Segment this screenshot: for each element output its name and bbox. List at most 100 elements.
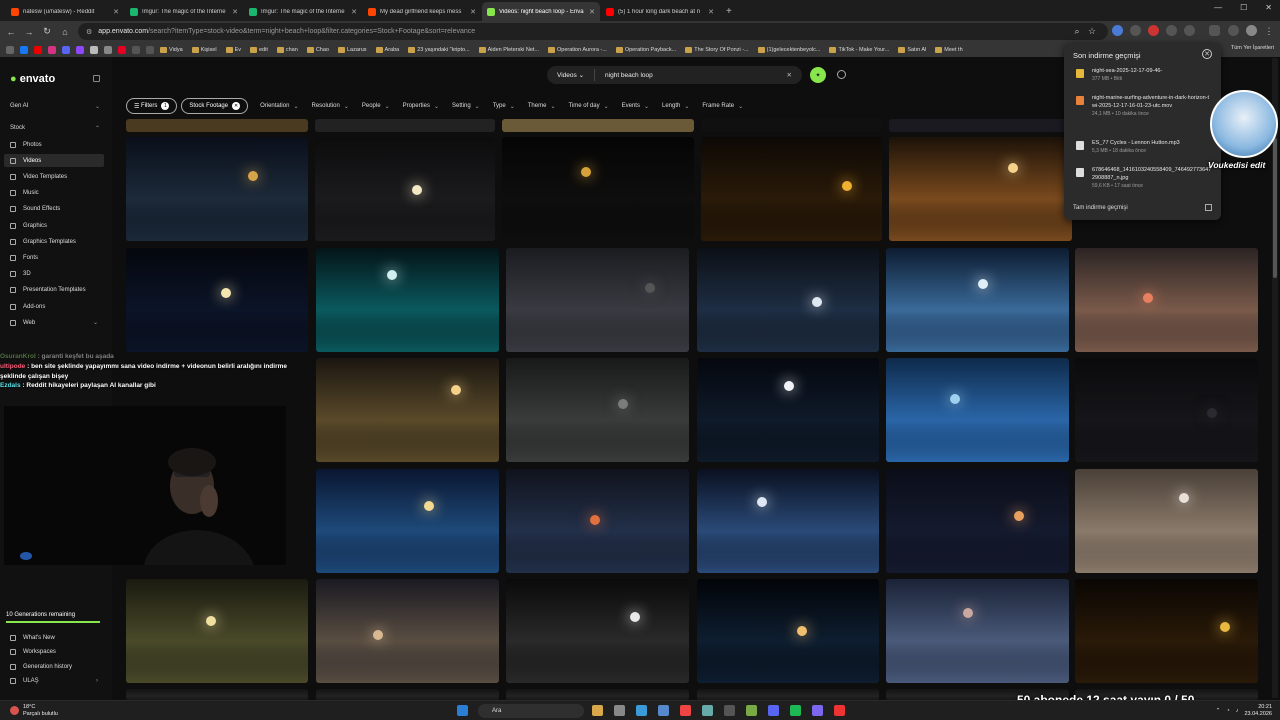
site-info-icon[interactable]: ⚙ — [86, 28, 92, 36]
video-thumbnail[interactable] — [315, 137, 495, 241]
new-tab-button[interactable]: + — [720, 6, 738, 17]
sidebar-item-music[interactable]: Music — [4, 187, 104, 200]
download-item[interactable]: night-sea-2025-12-17-09-46- 377 MB • Bitt… — [1072, 68, 1212, 83]
browser-tab[interactable]: natesw (u/natesw) - Reddit ✕ — [6, 2, 124, 21]
close-tab-icon[interactable]: ✕ — [589, 8, 595, 16]
video-thumbnail[interactable] — [889, 119, 1072, 132]
video-thumbnail[interactable] — [1075, 358, 1258, 462]
sidebar-item-graphics-templates[interactable]: Graphics Templates — [4, 235, 104, 248]
minimize-icon[interactable]: — — [1214, 3, 1222, 12]
browser-tab[interactable]: Imgur: The magic of the Interne ✕ — [125, 2, 243, 21]
browser-tab[interactable]: My dead girlfriend keeps mess ✕ — [363, 2, 481, 21]
maximize-icon[interactable]: ☐ — [1240, 3, 1247, 12]
filters-button[interactable]: ☰ Filters 1 — [126, 98, 178, 114]
filter-dropdown-people[interactable]: People — [357, 98, 395, 114]
video-thumbnail[interactable] — [701, 137, 882, 241]
close-tab-icon[interactable]: ✕ — [470, 8, 476, 16]
filter-dropdown-frame-rate[interactable]: Frame Rate — [697, 98, 748, 114]
filter-dropdown-setting[interactable]: Setting — [447, 98, 485, 114]
video-thumbnail[interactable] — [1075, 579, 1258, 683]
menu-icon[interactable]: ⋮ — [1260, 26, 1278, 37]
clock[interactable]: 20:21 23.04.2026 — [1244, 704, 1272, 718]
video-thumbnail[interactable] — [316, 358, 499, 462]
video-thumbnail[interactable] — [889, 137, 1072, 241]
bookmark-item[interactable]: Lazarus — [337, 46, 367, 53]
remove-chip-icon[interactable]: ✕ — [232, 102, 241, 110]
video-thumbnail[interactable] — [506, 469, 689, 573]
bookmark-item[interactable]: (1)gelecektenbeyolc... — [757, 46, 820, 53]
close-tab-icon[interactable]: ✕ — [232, 8, 238, 16]
bookmark-item[interactable]: edit — [250, 46, 268, 53]
video-thumbnail[interactable] — [502, 119, 694, 132]
video-thumbnail[interactable] — [126, 579, 308, 683]
taskbar-app-icon[interactable] — [724, 705, 735, 716]
stock-footage-chip[interactable]: Stock Footage ✕ — [181, 98, 249, 114]
sidebar-item-web[interactable]: Web ⌄ — [4, 316, 104, 329]
sidebar-bottom-item[interactable]: ULAŞ › — [4, 675, 104, 688]
video-thumbnail[interactable] — [701, 119, 882, 132]
extension-icon[interactable] — [1112, 25, 1123, 36]
video-thumbnail[interactable] — [506, 579, 689, 683]
taskbar-app-icon[interactable] — [658, 705, 669, 716]
bookmark-icon[interactable] — [146, 45, 154, 54]
video-thumbnail[interactable] — [697, 579, 879, 683]
filter-dropdown-time-of-day[interactable]: Time of day — [563, 98, 613, 114]
sidebar-bottom-item[interactable]: What's New — [4, 631, 104, 644]
taskbar-search[interactable]: Ara — [478, 704, 584, 718]
taskbar-app-icon[interactable] — [790, 705, 801, 716]
volume-icon[interactable]: ♪ — [1236, 708, 1239, 714]
filter-dropdown-length[interactable]: Length — [657, 98, 694, 114]
close-tab-icon[interactable]: ✕ — [708, 8, 714, 16]
video-thumbnail[interactable] — [886, 248, 1069, 352]
youtube-icon[interactable] — [34, 45, 42, 54]
taskbar-app-icon[interactable] — [768, 705, 779, 716]
reload-icon[interactable]: ↻ — [38, 26, 56, 37]
instagram-icon[interactable] — [48, 45, 56, 54]
sidebar-item-3d[interactable]: 3D — [4, 268, 104, 281]
extension-icon[interactable] — [1130, 25, 1141, 36]
discord-icon[interactable] — [62, 45, 70, 54]
video-thumbnail[interactable] — [886, 579, 1069, 683]
download-item[interactable]: ES_77 Cycles - Lennon Hutton.mp3 5,3 MB •… — [1072, 140, 1212, 155]
extension-icon[interactable] — [1166, 25, 1177, 36]
sidebar-collapse-icon[interactable] — [93, 75, 100, 82]
bookmark-item[interactable]: The Story Of Ponzi -... — [685, 46, 749, 53]
close-tab-icon[interactable]: ✕ — [351, 8, 357, 16]
bookmark-item[interactable]: Chao — [306, 46, 329, 53]
bookmark-item[interactable]: Meet th — [935, 46, 963, 53]
tray-chevron-icon[interactable]: ⌃ — [1216, 708, 1221, 714]
video-thumbnail[interactable] — [316, 469, 499, 573]
download-item[interactable]: night-marine-surfing-adventure-in-dark-h… — [1072, 95, 1212, 118]
ai-search-button[interactable]: ✦ — [810, 67, 826, 83]
video-thumbnail[interactable] — [315, 119, 495, 132]
bookmark-icon[interactable] — [104, 45, 112, 54]
sidebar-item-video-templates[interactable]: Video Templates — [4, 170, 104, 183]
stock-section[interactable]: Stock ⌃ — [10, 125, 100, 132]
video-thumbnail[interactable] — [1075, 248, 1258, 352]
sidebar-bottom-item[interactable]: Generation history — [4, 660, 104, 673]
video-thumbnail[interactable] — [316, 248, 499, 352]
taskbar-app-icon[interactable] — [680, 705, 691, 716]
filter-dropdown-events[interactable]: Events — [617, 98, 654, 114]
bookmark-item[interactable]: 23 yaşındaki "kripto... — [408, 46, 470, 53]
search-category-select[interactable]: Videos ⌄ — [547, 69, 596, 81]
video-thumbnail[interactable] — [126, 248, 308, 352]
taskbar-app-icon[interactable] — [834, 705, 845, 716]
extensions-puzzle-icon[interactable] — [1184, 25, 1195, 36]
video-thumbnail[interactable] — [126, 119, 308, 132]
taskbar-app-icon[interactable] — [592, 705, 603, 716]
browser-tab[interactable]: (5) 1 hour long dark beach at n ✕ — [601, 2, 719, 21]
extension-icon[interactable] — [1148, 25, 1159, 36]
bookmark-item[interactable]: Operation Aurora -... — [548, 46, 607, 53]
sidebar-item-photos[interactable]: Photos — [4, 138, 104, 151]
filter-dropdown-orientation[interactable]: Orientation — [255, 98, 303, 114]
wifi-icon[interactable]: ◔ — [1226, 708, 1229, 714]
open-external-icon[interactable] — [1205, 204, 1212, 211]
back-icon[interactable]: ← — [2, 27, 20, 37]
downloads-icon[interactable] — [1209, 25, 1220, 36]
bookmark-icon[interactable] — [132, 45, 140, 54]
pinterest-icon[interactable] — [118, 45, 126, 54]
weather-widget[interactable]: 18°C Parçalı bulutlu — [10, 704, 58, 717]
home-icon[interactable]: ⌂ — [56, 27, 74, 37]
gen-ai-section[interactable]: Gen AI ⌄ — [10, 103, 100, 110]
